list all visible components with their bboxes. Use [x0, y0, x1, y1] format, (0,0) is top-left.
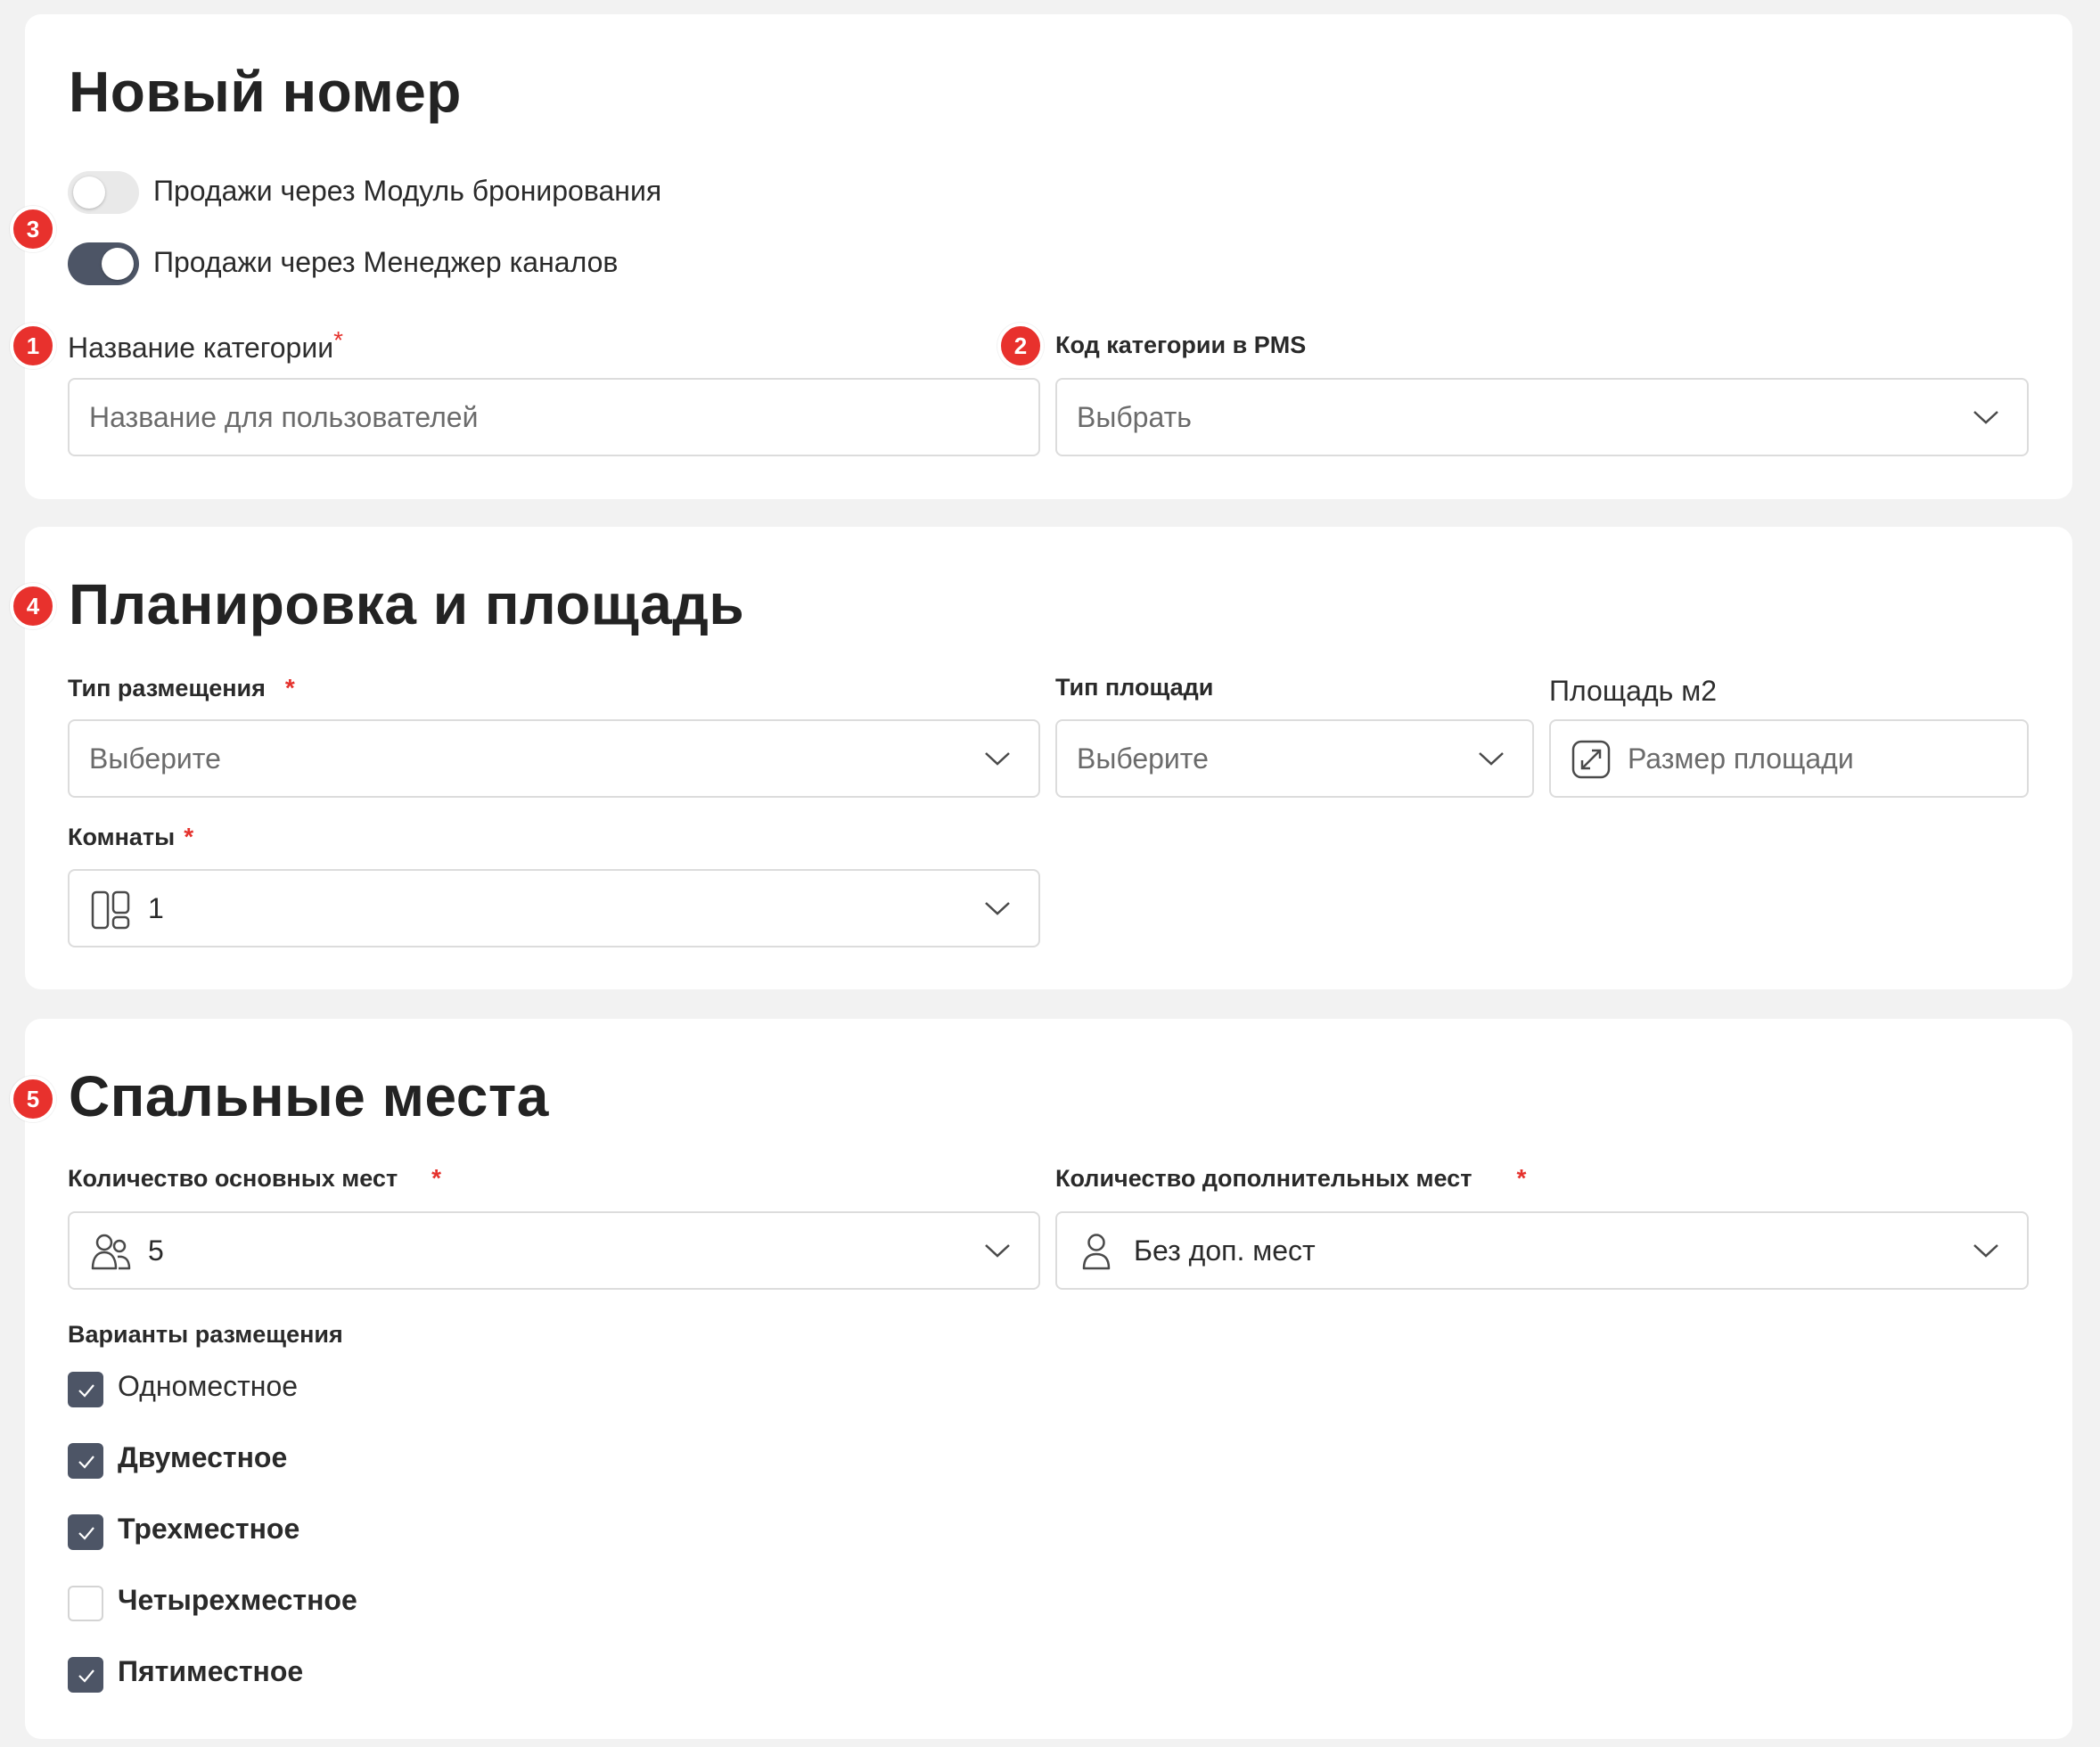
extra-beds-value: Без доп. мест: [1134, 1234, 1316, 1267]
placement-variants-label: Варианты размещения: [68, 1321, 343, 1348]
annotation-badge-5: 5: [10, 1076, 56, 1122]
variant-label: Четырехместное: [118, 1584, 357, 1616]
variant-label: Двуместное: [118, 1441, 288, 1473]
rooms-label-text: Комнаты: [68, 824, 176, 850]
sleeping-places-card: Спальные места Количество основных мест *…: [25, 1019, 2072, 1739]
annotation-badge-1: 1: [10, 323, 56, 369]
required-mark: *: [184, 823, 194, 850]
chevron-down-icon: [1973, 411, 1998, 424]
checkbox[interactable]: [68, 1514, 103, 1550]
rooms-label: Комнаты *: [68, 823, 193, 851]
annotation-badge-4: 4: [10, 583, 56, 629]
chevron-down-icon: [1479, 752, 1504, 766]
page-title: Новый номер: [69, 60, 462, 124]
area-type-select[interactable]: Выберите: [1055, 719, 1534, 798]
layout-area-card: Планировка и площадь Тип размещения * Выб…: [25, 527, 2072, 989]
toggle-knob: [73, 176, 105, 209]
category-name-label: Название категории*: [68, 326, 343, 365]
rooms-layout-icon: [91, 890, 130, 930]
required-mark: *: [333, 326, 343, 354]
checkbox[interactable]: [68, 1657, 103, 1693]
checkbox[interactable]: [68, 1443, 103, 1479]
category-name-input[interactable]: Название для пользователей: [68, 378, 1040, 456]
required-mark: *: [284, 674, 295, 701]
extra-beds-select[interactable]: Без доп. мест: [1055, 1211, 2029, 1290]
person-icon: [1082, 1234, 1111, 1270]
placement-type-label-text: Тип размещения: [68, 675, 266, 701]
main-beds-select[interactable]: 5: [68, 1211, 1040, 1290]
toggle-knob: [102, 248, 134, 280]
chevron-down-icon: [985, 902, 1010, 915]
required-mark: *: [1516, 1164, 1527, 1192]
annotation-badge-3: 3: [10, 206, 56, 252]
area-label: Площадь м2: [1549, 675, 1717, 707]
section-title-beds: Спальные места: [69, 1064, 549, 1128]
main-beds-label-text: Количество основных мест: [68, 1165, 398, 1192]
area-type-placeholder: Выберите: [1077, 742, 1209, 775]
variant-label: Трехместное: [118, 1513, 300, 1545]
category-name-label-text: Название категории: [68, 332, 334, 364]
required-mark: *: [431, 1164, 442, 1192]
checkbox[interactable]: [68, 1372, 103, 1407]
booking-module-toggle[interactable]: [68, 171, 139, 214]
booking-module-toggle-label: Продажи через Модуль бронирования: [153, 175, 662, 207]
rooms-value: 1: [148, 892, 164, 924]
variant-label: Пятиместное: [118, 1655, 304, 1687]
annotation-badge-2: 2: [997, 323, 1044, 369]
chevron-down-icon: [985, 752, 1010, 766]
placement-type-label: Тип размещения *: [68, 674, 295, 702]
resize-icon: [1571, 740, 1611, 779]
check-icon: [78, 1456, 94, 1469]
category-name-placeholder: Название для пользователей: [89, 401, 479, 433]
pms-code-label: Код категории в PMS: [1055, 332, 1307, 358]
placement-type-select[interactable]: Выберите: [68, 719, 1040, 798]
placement-type-placeholder: Выберите: [89, 742, 221, 775]
new-room-card: Новый номер Продажи через Модуль брониро…: [25, 14, 2072, 499]
area-placeholder: Размер площади: [1628, 742, 1854, 775]
pms-code-select[interactable]: Выбрать: [1055, 378, 2029, 456]
main-beds-label: Количество основных мест *: [68, 1164, 441, 1193]
extra-beds-label-text: Количество дополнительных мест: [1055, 1165, 1472, 1192]
channel-manager-toggle[interactable]: [68, 242, 139, 285]
people-icon: [91, 1234, 131, 1270]
main-beds-value: 5: [148, 1234, 164, 1267]
checkbox[interactable]: [68, 1586, 103, 1621]
check-icon: [78, 1527, 94, 1540]
area-type-label: Тип площади: [1055, 674, 1214, 701]
area-input[interactable]: Размер площади: [1549, 719, 2029, 798]
chevron-down-icon: [1973, 1244, 1998, 1258]
pms-code-placeholder: Выбрать: [1077, 401, 1192, 433]
variant-label: Одноместное: [118, 1370, 299, 1402]
channel-manager-toggle-label: Продажи через Менеджер каналов: [153, 246, 619, 278]
section-title-layout: Планировка и площадь: [69, 572, 745, 636]
chevron-down-icon: [985, 1244, 1010, 1258]
check-icon: [78, 1384, 94, 1398]
rooms-select[interactable]: 1: [68, 869, 1040, 947]
extra-beds-label: Количество дополнительных мест *: [1055, 1164, 1526, 1193]
check-icon: [78, 1669, 94, 1683]
